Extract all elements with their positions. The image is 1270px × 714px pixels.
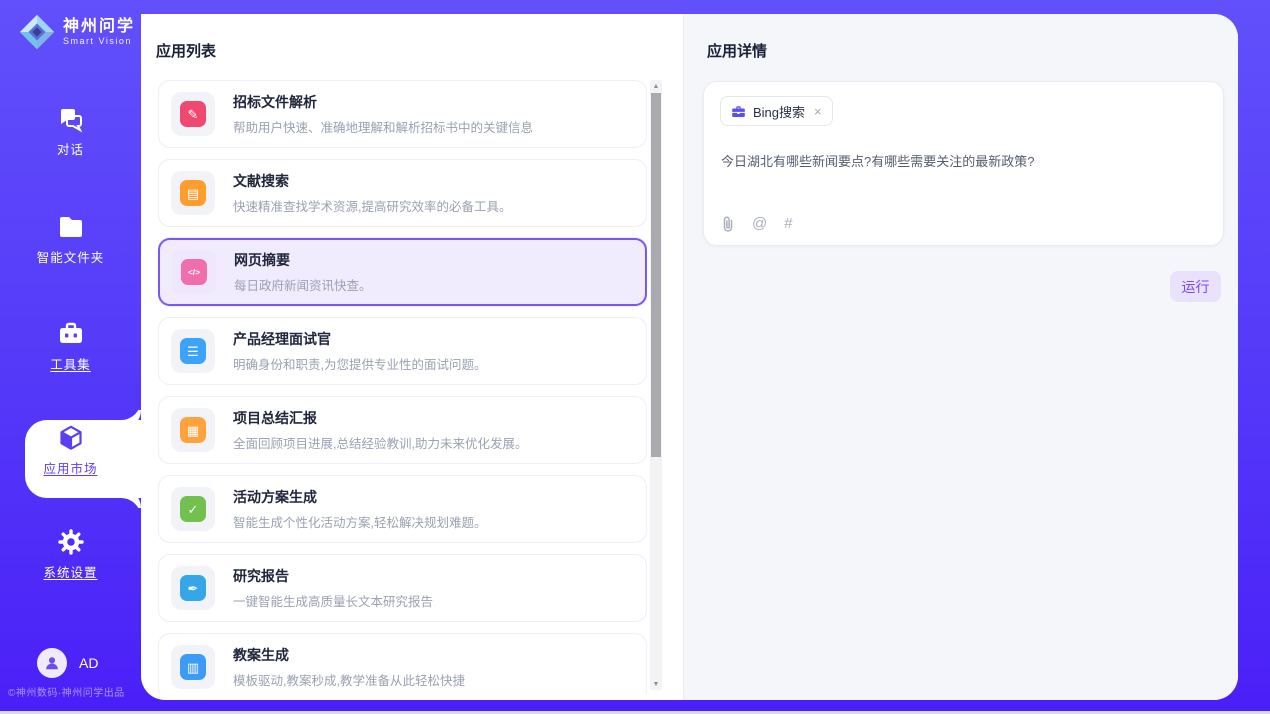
sidebar-footer: ©神州数码·神州问学出品 [8, 684, 125, 699]
clipboard-check-icon: ✓ [180, 496, 206, 522]
app-icon-tile: ✎ [171, 92, 215, 136]
books-icon: ▥ [180, 654, 206, 680]
mention-icon[interactable]: @ [752, 215, 767, 232]
brand-name: 神州问学 [63, 18, 135, 36]
sidebar-item-toolset[interactable]: 工具集 [0, 320, 141, 392]
app-icon-tile: ▥ [171, 645, 215, 689]
gear-icon [57, 528, 85, 556]
app-card-event-plan[interactable]: ✓ 活动方案生成 智能生成个性化活动方案,轻松解决规划难题。 [158, 475, 647, 543]
interviewer-icon: ☰ [180, 338, 206, 364]
app-subtitle: 快速精准查找学术资源,提高研究效率的必备工具。 [233, 196, 511, 215]
book-icon: ▤ [180, 180, 206, 206]
app-icon-tile: ▦ [171, 408, 215, 452]
run-button[interactable]: 运行 [1170, 271, 1221, 302]
user-account[interactable]: AD [37, 648, 98, 678]
sidebar-item-label: 系统设置 [0, 562, 141, 581]
document-edit-icon: ✎ [180, 101, 206, 127]
sidebar: 神州问学 Smart Vision 对话 智能文件夹 工具集 应 [0, 0, 141, 711]
app-card-lesson-plan[interactable]: ▥ 教案生成 模板驱动,教案秒成,教学准备从此轻松快捷 [158, 633, 647, 694]
app-detail-title: 应用详情 [707, 40, 767, 61]
query-textarea[interactable]: 今日湖北有哪些新闻要点?有哪些需要关注的最新政策? [721, 152, 1201, 172]
sidebar-item-smart-folder[interactable]: 智能文件夹 [0, 213, 141, 285]
hash-icon[interactable]: # [784, 215, 792, 232]
briefcase-icon [731, 104, 746, 119]
sidebar-item-system-settings[interactable]: 系统设置 [0, 528, 141, 600]
app-subtitle: 每日政府新闻资讯快查。 [234, 275, 372, 294]
person-icon [43, 654, 61, 672]
app-card-web-summary[interactable]: </> 网页摘要 每日政府新闻资讯快查。 [158, 238, 647, 306]
list-scrollbar[interactable]: ▲ ▼ [650, 80, 662, 690]
app-title: 产品经理面试官 [233, 329, 486, 349]
chat-icon [57, 105, 85, 133]
sidebar-item-label: 对话 [0, 139, 141, 158]
sidebar-item-chat[interactable]: 对话 [0, 105, 141, 177]
sidebar-item-label: 工具集 [0, 354, 141, 373]
tool-chip-bing-search[interactable]: Bing搜索 × [720, 96, 833, 126]
app-subtitle: 明确身份和职责,为您提供专业性的面试问题。 [233, 354, 486, 373]
tool-chip-label: Bing搜索 [753, 102, 805, 121]
webpage-code-icon: </> [181, 259, 207, 285]
app-subtitle: 模板驱动,教案秒成,教学准备从此轻松快捷 [233, 670, 465, 689]
app-icon-tile: ✓ [171, 487, 215, 531]
app-list-title: 应用列表 [156, 40, 216, 61]
user-name: AD [79, 655, 98, 671]
sidebar-item-label: 应用市场 [0, 458, 141, 477]
brand-subtitle: Smart Vision [63, 36, 135, 46]
app-subtitle: 全面回顾项目进展,总结经验教训,助力未来优化发展。 [233, 433, 527, 452]
app-title: 研究报告 [233, 566, 433, 586]
app-card-literature-search[interactable]: ▤ 文献搜索 快速精准查找学术资源,提高研究效率的必备工具。 [158, 159, 647, 227]
query-input-card[interactable]: Bing搜索 × 今日湖北有哪些新闻要点?有哪些需要关注的最新政策? @ # [703, 81, 1224, 246]
app-icon-tile: ✒ [171, 566, 215, 610]
scrollbar-up-arrow[interactable]: ▲ [650, 80, 662, 92]
input-toolbar: @ # [721, 215, 793, 232]
app-icon-tile: </> [172, 250, 216, 294]
app-detail-panel: 应用详情 Bing搜索 × 今日湖北有哪些新闻要点?有哪些需要关注的最新政策? … [683, 14, 1238, 700]
app-card-pm-interviewer[interactable]: ☰ 产品经理面试官 明确身份和职责,为您提供专业性的面试问题。 [158, 317, 647, 385]
sidebar-item-app-market[interactable]: 应用市场 [0, 424, 141, 496]
sidebar-item-label: 智能文件夹 [0, 247, 141, 266]
avatar [37, 648, 67, 678]
app-icon-tile: ☰ [171, 329, 215, 373]
app-icon-tile: ▤ [171, 171, 215, 215]
app-title: 教案生成 [233, 645, 465, 665]
app-card-bid-analysis[interactable]: ✎ 招标文件解析 帮助用户快速、准确地理解和解析招标书中的关键信息 [158, 80, 647, 148]
report-notepad-icon: ▦ [180, 417, 206, 443]
app-card-research-report[interactable]: ✒ 研究报告 一键智能生成高质量长文本研究报告 [158, 554, 647, 622]
scrollbar-down-arrow[interactable]: ▼ [650, 678, 662, 690]
close-icon[interactable]: × [814, 104, 822, 119]
scrollbar-thumb[interactable] [651, 93, 661, 457]
app-title: 文献搜索 [233, 171, 511, 191]
paperclip-icon[interactable] [721, 216, 735, 232]
app-subtitle: 帮助用户快速、准确地理解和解析招标书中的关键信息 [233, 117, 533, 136]
app-card-project-summary[interactable]: ▦ 项目总结汇报 全面回顾项目进展,总结经验教训,助力未来优化发展。 [158, 396, 647, 464]
app-title: 项目总结汇报 [233, 408, 527, 428]
folder-icon [57, 213, 85, 241]
research-pen-icon: ✒ [180, 575, 206, 601]
diamond-logo-icon [18, 13, 56, 51]
cube-icon [57, 424, 85, 452]
app-subtitle: 智能生成个性化活动方案,轻松解决规划难题。 [233, 512, 486, 531]
app-list-panel: 应用列表 ✎ 招标文件解析 帮助用户快速、准确地理解和解析招标书中的关键信息 ▤… [141, 14, 683, 700]
app-title: 网页摘要 [234, 250, 372, 270]
brand-logo: 神州问学 Smart Vision [18, 13, 135, 51]
toolbox-icon [57, 320, 85, 348]
main-content-card: 应用列表 ✎ 招标文件解析 帮助用户快速、准确地理解和解析招标书中的关键信息 ▤… [141, 14, 1238, 700]
app-subtitle: 一键智能生成高质量长文本研究报告 [233, 591, 433, 610]
app-title: 活动方案生成 [233, 487, 486, 507]
app-title: 招标文件解析 [233, 92, 533, 112]
app-list: ✎ 招标文件解析 帮助用户快速、准确地理解和解析招标书中的关键信息 ▤ 文献搜索… [158, 80, 647, 694]
